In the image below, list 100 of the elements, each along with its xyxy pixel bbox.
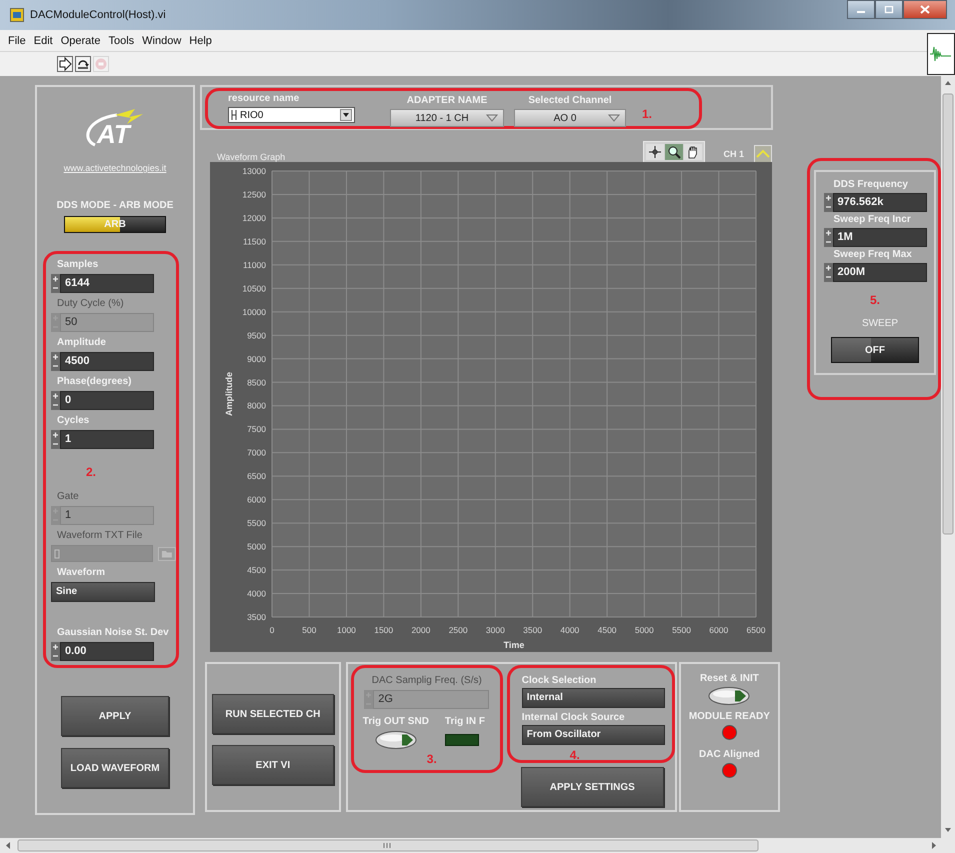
dropdown-field[interactable]: Internal bbox=[522, 688, 665, 708]
field-label: Duty Cycle (%) bbox=[56, 297, 125, 310]
tick-label: 5500 bbox=[672, 625, 691, 635]
sweep-switch[interactable]: OFF bbox=[831, 337, 919, 363]
numeric-field[interactable]: 1M bbox=[832, 228, 926, 247]
close-button[interactable] bbox=[903, 0, 947, 19]
field-label: Clock Selection bbox=[522, 674, 598, 687]
field-label: Phase(degrees) bbox=[56, 375, 132, 388]
tick-label: 2500 bbox=[448, 625, 468, 635]
increment-decrement-icon[interactable] bbox=[51, 642, 60, 661]
indicator-label: Trig IN F bbox=[444, 715, 485, 728]
run-arrow-icon[interactable] bbox=[57, 56, 73, 72]
tick-label: 1500 bbox=[374, 625, 394, 635]
switch-label: DDS MODE - ARB MODE bbox=[56, 199, 174, 212]
tick-label: 8000 bbox=[247, 400, 266, 411]
field-label: ADAPTER NAME bbox=[406, 95, 488, 107]
numeric-field[interactable]: 1 bbox=[60, 430, 154, 449]
field-label: Cycles bbox=[56, 414, 90, 427]
graph-title: Waveform Graph bbox=[217, 152, 286, 162]
menu-item[interactable]: Edit bbox=[30, 34, 57, 46]
tick-label: 1000 bbox=[337, 625, 356, 635]
axis-title: Amplitude bbox=[224, 372, 234, 416]
tick-label: 9500 bbox=[247, 330, 266, 340]
maximize-icon bbox=[884, 6, 894, 14]
tick-label: 10500 bbox=[242, 283, 266, 294]
action-button[interactable]: LOAD WAVEFORM bbox=[61, 748, 169, 788]
menu-item[interactable]: Operate bbox=[56, 34, 104, 46]
tick-label: 10000 bbox=[242, 306, 266, 317]
app-icon bbox=[10, 8, 24, 22]
menu-item[interactable]: Tools bbox=[104, 34, 138, 46]
plot-legend-icon[interactable] bbox=[754, 145, 772, 163]
run-continuous-icon[interactable] bbox=[75, 56, 91, 72]
toggle-switch[interactable] bbox=[708, 686, 750, 706]
logo: AT bbox=[75, 105, 155, 155]
tick-label: 6000 bbox=[709, 625, 728, 635]
menu-item[interactable]: Window bbox=[138, 34, 186, 46]
tick-label: 13000 bbox=[242, 166, 266, 176]
action-button[interactable]: APPLY bbox=[61, 696, 169, 736]
field-label: DDS Frequency bbox=[832, 178, 909, 191]
tick-label: 5000 bbox=[634, 625, 654, 635]
tick-label: 6500 bbox=[247, 471, 266, 482]
switch-label: Trig OUT SND bbox=[362, 715, 429, 728]
indicator-label: DAC Aligned bbox=[699, 748, 760, 761]
resource-field[interactable]: RIO0 bbox=[228, 107, 355, 123]
action-button[interactable]: EXIT VI bbox=[212, 745, 334, 785]
tick-label: 3000 bbox=[486, 625, 505, 635]
horizontal-scrollbar[interactable] bbox=[0, 838, 955, 853]
field-label: Sweep Freq Incr bbox=[832, 213, 912, 226]
field-label: Sweep Freq Max bbox=[832, 248, 913, 261]
hand-icon[interactable] bbox=[684, 144, 702, 160]
field-label: Gate bbox=[56, 490, 80, 503]
numeric-field[interactable]: 0 bbox=[60, 391, 154, 410]
dropdown-field[interactable]: From Oscillator bbox=[522, 725, 665, 745]
increment-decrement-icon[interactable] bbox=[824, 193, 832, 212]
increment-decrement-icon[interactable] bbox=[824, 228, 832, 247]
increment-decrement-icon[interactable] bbox=[51, 352, 60, 371]
tick-label: 11500 bbox=[242, 236, 266, 246]
field-value: RIO0 bbox=[240, 110, 264, 120]
tick-label: 12000 bbox=[242, 212, 266, 223]
toggle-switch[interactable] bbox=[374, 730, 417, 750]
tick-label: 5000 bbox=[247, 542, 266, 552]
increment-decrement-icon[interactable] bbox=[51, 391, 60, 410]
vertical-scrollbar[interactable] bbox=[941, 76, 955, 838]
increment-decrement-icon[interactable] bbox=[824, 263, 832, 282]
magnifier-icon[interactable] bbox=[665, 144, 684, 160]
field-label: Internal Clock Source bbox=[522, 711, 626, 724]
field-label: Waveform bbox=[56, 566, 106, 579]
tick-label: 4000 bbox=[247, 588, 266, 599]
indicator-label: MODULE READY bbox=[688, 710, 770, 723]
numeric-field[interactable]: 4500 bbox=[60, 352, 154, 371]
field-label: Waveform TXT File bbox=[56, 529, 144, 542]
numeric-field[interactable]: 200M bbox=[832, 263, 926, 282]
numeric-field[interactable]: 976.562k bbox=[832, 193, 926, 212]
annotation-number: 4. bbox=[570, 748, 581, 762]
field-label: Amplitude bbox=[56, 336, 107, 349]
action-button[interactable]: APPLY SETTINGS bbox=[520, 767, 664, 807]
field-label: resource name bbox=[228, 93, 300, 105]
tick-label: 3500 bbox=[523, 625, 542, 635]
dropdown-field[interactable]: Sine bbox=[51, 582, 155, 602]
numeric-field[interactable]: 6144 bbox=[60, 274, 154, 293]
close-icon bbox=[920, 5, 930, 14]
minimize-button[interactable] bbox=[847, 0, 875, 19]
numeric-field[interactable]: 0.00 bbox=[60, 642, 154, 661]
tick-label: 7000 bbox=[247, 448, 266, 458]
field-label: DAC Samplig Freq. (S/s) bbox=[372, 674, 482, 687]
tick-label: 12500 bbox=[242, 189, 266, 200]
menu-item[interactable]: File bbox=[4, 34, 30, 46]
increment-decrement-icon[interactable] bbox=[51, 274, 60, 293]
field-label: Selected Channel bbox=[527, 95, 613, 107]
tick-label: 4000 bbox=[560, 625, 580, 635]
maximize-button[interactable] bbox=[875, 0, 903, 19]
annotation-number: 3. bbox=[426, 752, 437, 766]
menu-item[interactable]: Help bbox=[185, 34, 216, 46]
crosshair-icon[interactable] bbox=[646, 144, 664, 160]
switch-label: SWEEP bbox=[860, 317, 898, 330]
tick-label: 8500 bbox=[247, 377, 266, 388]
action-button[interactable]: RUN SELECTED CH bbox=[212, 694, 334, 734]
tick-label: 0 bbox=[270, 625, 274, 635]
increment-decrement-icon[interactable] bbox=[51, 430, 60, 449]
window-title: DACModuleControl(Host).vi bbox=[30, 9, 166, 21]
